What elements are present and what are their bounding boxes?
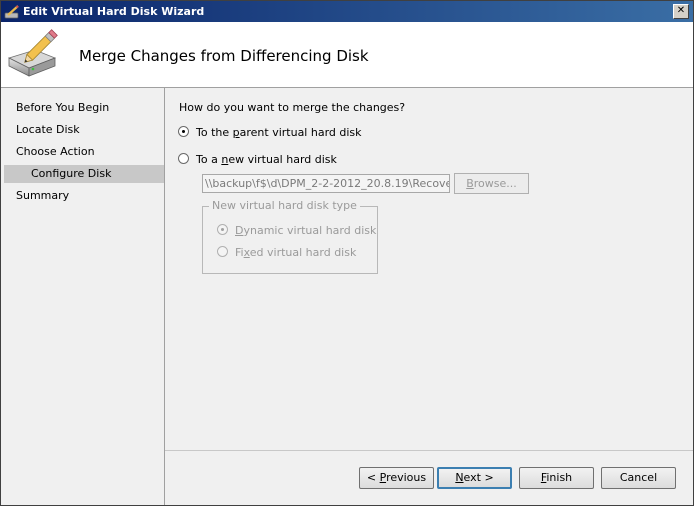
wizard-window: Edit Virtual Hard Disk Wizard ✕ Merge Ch… [0,0,694,506]
new-disk-radio[interactable] [178,153,189,164]
wizard-header: Merge Changes from Differencing Disk [1,22,693,88]
dynamic-disk-radio[interactable] [217,224,228,235]
new-disk-label[interactable]: To a new virtual hard disk [196,153,337,166]
page-title: Merge Changes from Differencing Disk [79,47,369,65]
close-icon: ✕ [676,5,686,16]
fixed-disk-radio[interactable] [217,246,228,257]
sidebar-item-choose-action[interactable]: Choose Action [16,143,95,161]
parent-disk-label[interactable]: To the parent virtual hard disk [196,126,362,139]
wizard-content: How do you want to merge the changes? To… [165,88,693,450]
browse-button[interactable]: Browse... [454,173,529,194]
close-button[interactable]: ✕ [673,4,689,19]
next-button[interactable]: Next > [437,467,512,489]
parent-disk-radio[interactable] [178,126,189,137]
dynamic-disk-label[interactable]: Dynamic virtual hard disk [235,224,376,237]
new-disk-path-input[interactable]: \\backup\f$\d\DPM_2-2-2012_20.8.19\Recov… [202,174,450,193]
merge-question: How do you want to merge the changes? [179,101,406,114]
wizard-app-icon [4,5,19,19]
title-bar[interactable]: Edit Virtual Hard Disk Wizard ✕ [1,1,693,22]
wizard-footer: < Previous Next > Finish Cancel [165,450,693,505]
cancel-button[interactable]: Cancel [601,467,676,489]
sidebar-item-configure-disk[interactable]: Configure Disk [4,165,164,183]
sidebar-item-locate-disk[interactable]: Locate Disk [16,121,80,139]
disk-type-legend: New virtual hard disk type [209,199,360,212]
finish-button[interactable]: Finish [519,467,594,489]
sidebar-item-before-you-begin[interactable]: Before You Begin [16,99,109,117]
window-title: Edit Virtual Hard Disk Wizard [23,5,205,18]
fixed-disk-label[interactable]: Fixed virtual hard disk [235,246,356,259]
hard-disk-with-pencil-icon [7,29,58,77]
disk-type-group: New virtual hard disk type Dynamic virtu… [202,199,378,274]
sidebar-item-summary[interactable]: Summary [16,187,69,205]
wizard-steps-sidebar: Before You Begin Locate Disk Choose Acti… [1,88,165,505]
previous-button[interactable]: < Previous [359,467,434,489]
